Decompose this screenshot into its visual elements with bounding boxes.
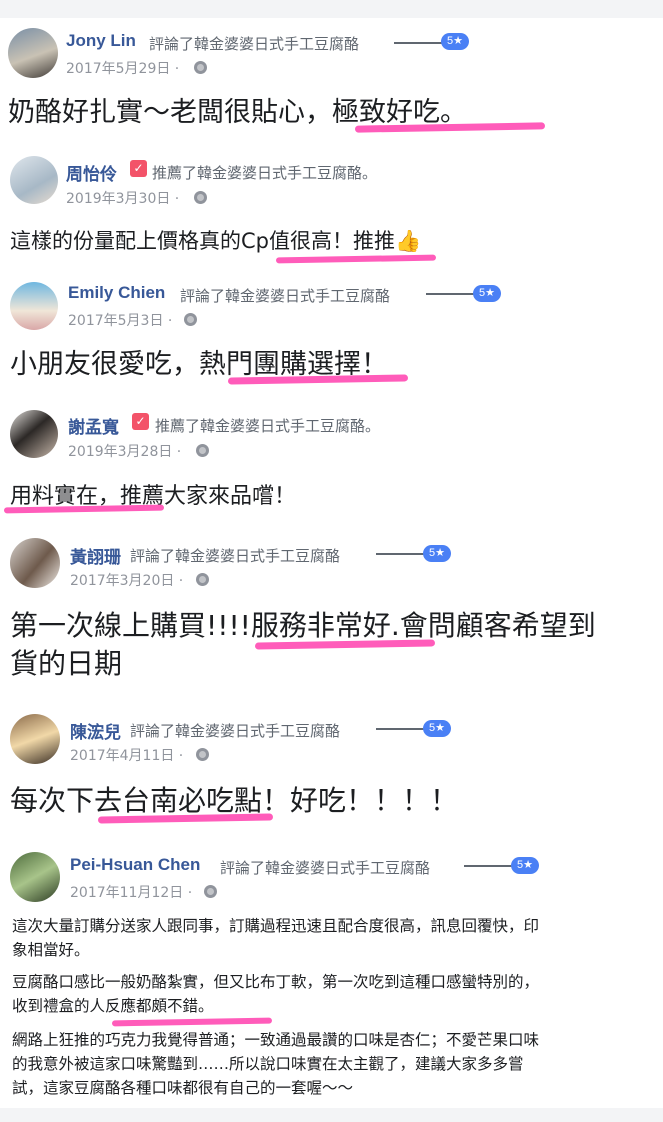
review-action: 評論了韓金婆婆日式手工豆腐酪: [220, 859, 431, 877]
review-date[interactable]: 2017年3月20日 ·: [70, 570, 183, 590]
paragraph-line: 這次大量訂購分送家人跟同事，訂購過程迅速且配合度很高，訊息回覆快，印: [12, 917, 540, 935]
review-date[interactable]: 2017年4月11日 ·: [70, 745, 183, 765]
avatar[interactable]: [10, 852, 60, 902]
globe-icon: [196, 444, 209, 457]
review-date[interactable]: 2019年3月30日 ·: [66, 188, 179, 208]
reviewer-name[interactable]: Jony Lin: [66, 31, 136, 51]
reviewer-name[interactable]: Emily Chien: [68, 283, 165, 303]
highlight-stroke: [275, 254, 437, 264]
rating-connector: [464, 865, 512, 867]
review-text-line: 貨的日期: [10, 647, 123, 680]
review-text: 這樣的份量配上價格真的Cp值很高！推推👍: [10, 229, 422, 253]
review-date[interactable]: 2017年11月12日 ·: [70, 882, 192, 902]
rating-badge: 5★: [423, 545, 451, 562]
rating-badge: 5★: [423, 720, 451, 737]
review-action: 推薦了韓金婆婆日式手工豆腐酪。: [155, 417, 381, 435]
review-action: 評論了韓金婆婆日式手工豆腐酪: [130, 547, 341, 565]
review-text-line: 第一次線上購買!!!!服務非常好.會問顧客希望到: [10, 609, 596, 642]
page-top-edge: [0, 0, 663, 18]
rating-connector: [376, 553, 424, 555]
review-action: 評論了韓金婆婆日式手工豆腐酪: [149, 35, 360, 53]
globe-icon: [196, 573, 209, 586]
review-action: 推薦了韓金婆婆日式手工豆腐酪。: [152, 164, 378, 182]
avatar[interactable]: [10, 410, 58, 458]
review-text: 每次下去台南必吃點！好吃！！！！: [10, 784, 459, 817]
paragraph-line: 的我意外被這家口味驚豔到……所以說口味實在太主觀了，建議大家多多嘗: [12, 1055, 524, 1073]
rating-connector: [376, 728, 424, 730]
review-text: 奶酪好扎實～老闆很貼心，極致好吃。: [8, 97, 467, 128]
recommend-icon: ✓: [130, 160, 147, 177]
reviewer-name[interactable]: 謝孟寬: [68, 413, 119, 438]
paragraph-line: 象相當好。: [12, 941, 90, 959]
review-date[interactable]: 2017年5月29日 ·: [66, 58, 179, 78]
avatar[interactable]: [10, 538, 60, 588]
review-action: 評論了韓金婆婆日式手工豆腐酪: [130, 722, 341, 740]
reviewer-name[interactable]: Pei-Hsuan Chen: [70, 855, 200, 875]
reviewer-name[interactable]: 黃詡珊: [70, 543, 121, 568]
avatar[interactable]: [10, 156, 58, 204]
rating-connector: [426, 293, 474, 295]
review-date[interactable]: 2017年5月3日 ·: [68, 310, 172, 330]
paragraph-line: 收到禮盒的人反應都頗不錯。: [12, 997, 214, 1015]
review-date[interactable]: 2019年3月28日 ·: [68, 441, 181, 461]
paragraph-line: 試，這家豆腐酪各種口味都很有自己的一套喔～～: [12, 1079, 354, 1097]
highlight-stroke: [111, 1017, 273, 1027]
review-action: 評論了韓金婆婆日式手工豆腐酪: [180, 287, 391, 305]
avatar[interactable]: [10, 282, 58, 330]
globe-icon: [184, 313, 197, 326]
globe-icon: [204, 885, 217, 898]
reviewer-name[interactable]: 周怡伶: [66, 160, 117, 185]
reviewer-name[interactable]: 陳浤兒: [70, 718, 121, 743]
review-paragraph: 這次大量訂購分送家人跟同事，訂購過程迅速且配合度很高，訊息回覆快，印 象相當好。: [12, 914, 652, 962]
rating-connector: [394, 42, 442, 44]
globe-icon: [194, 61, 207, 74]
globe-icon: [196, 748, 209, 761]
recommend-icon: ✓: [132, 413, 149, 430]
rating-badge: 5★: [441, 33, 469, 50]
paragraph-line: 豆腐酪口感比一般奶酪紮實，但又比布丁軟，第一次吃到這種口感蠻特別的，: [12, 973, 540, 991]
avatar[interactable]: [8, 28, 58, 78]
avatar[interactable]: [10, 714, 60, 764]
review-paragraph: 網路上狂推的巧克力我覺得普通；一致通過最讚的口味是杏仁；不愛芒果口味 的我意外被…: [12, 1028, 652, 1100]
paragraph-line: 網路上狂推的巧克力我覺得普通；一致通過最讚的口味是杏仁；不愛芒果口味: [12, 1031, 540, 1049]
rating-badge: 5★: [511, 857, 539, 874]
rating-badge: 5★: [473, 285, 501, 302]
page-bottom-edge: [0, 1108, 663, 1122]
review-paragraph: 豆腐酪口感比一般奶酪紮實，但又比布丁軟，第一次吃到這種口感蠻特別的， 收到禮盒的…: [12, 970, 652, 1018]
globe-icon: [194, 191, 207, 204]
